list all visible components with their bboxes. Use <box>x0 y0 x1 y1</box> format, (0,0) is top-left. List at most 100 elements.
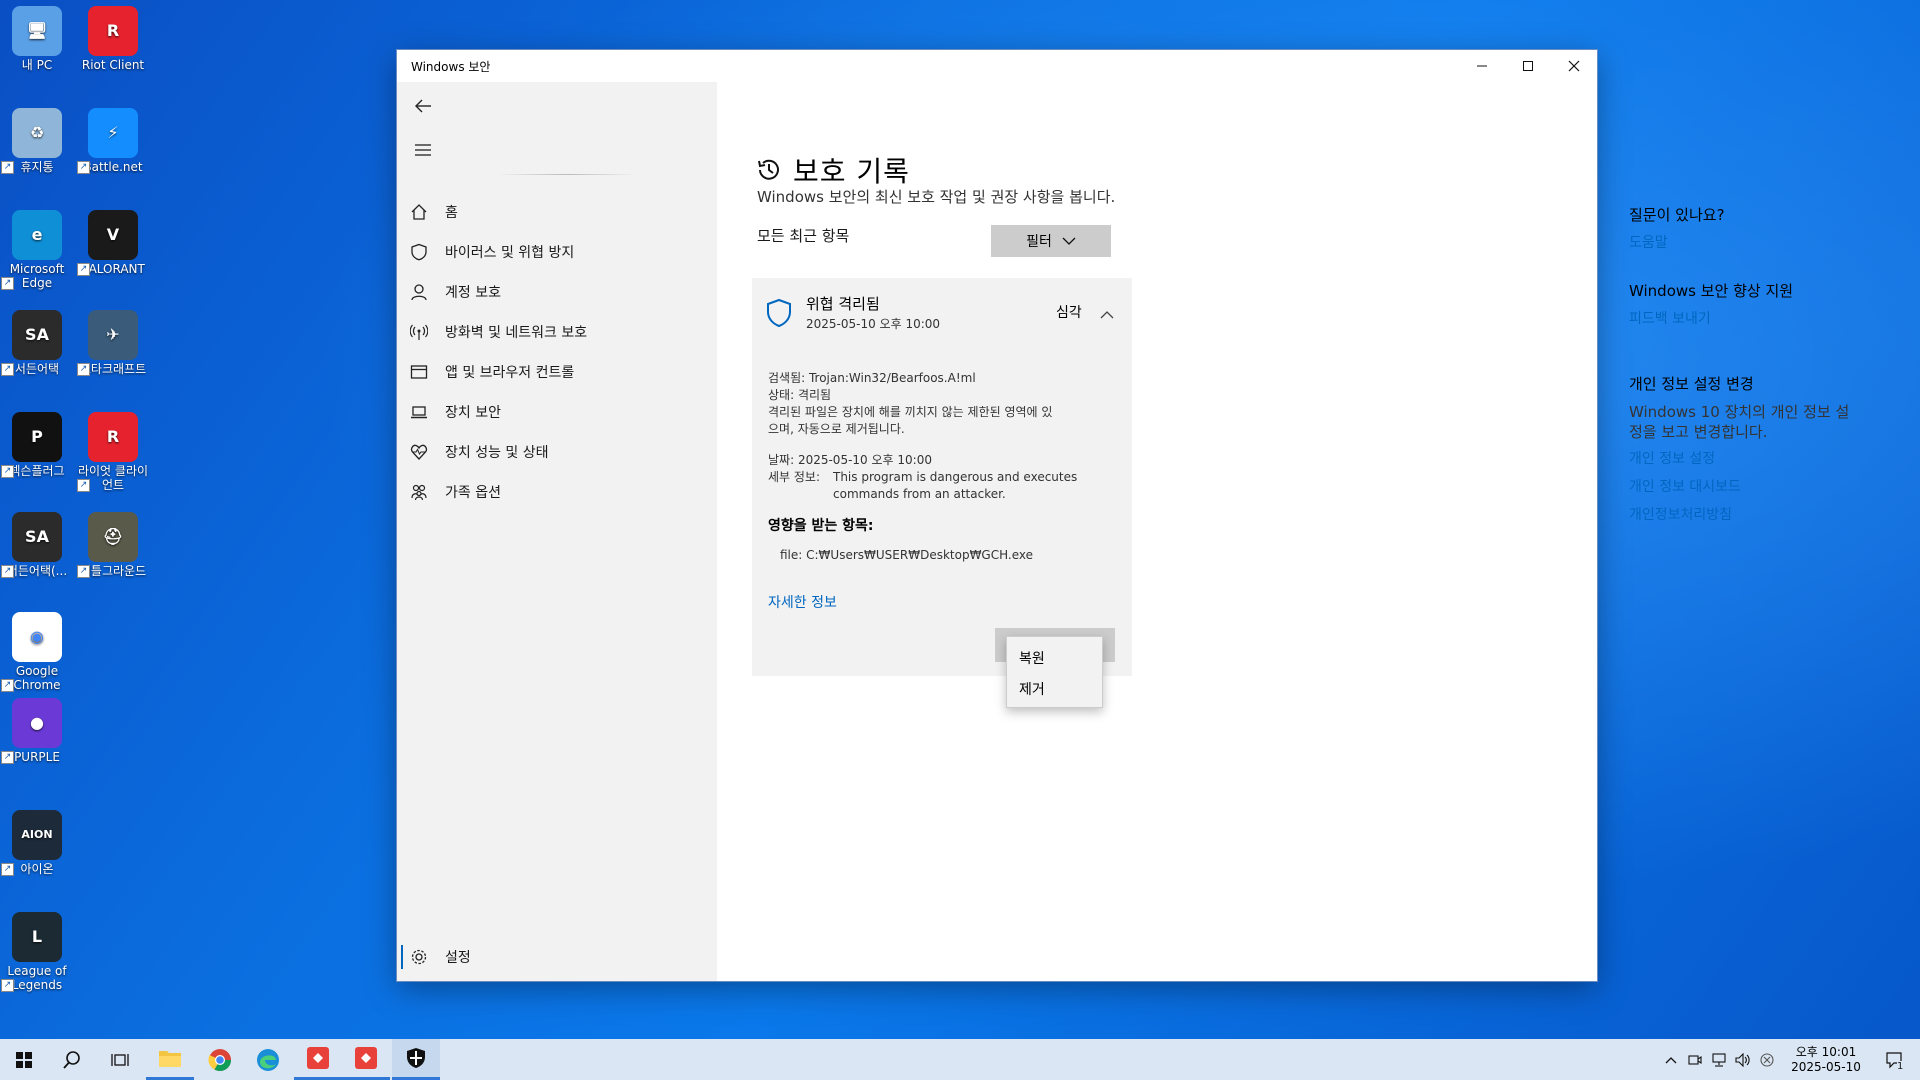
desktop-icon[interactable]: ⚡ Battle.net ↗ <box>77 108 149 174</box>
back-button[interactable] <box>407 90 439 122</box>
sidebar-item-family[interactable]: 가족 옵션 <box>397 472 717 512</box>
desktop-icon[interactable]: V VALORANT ↗ <box>77 210 149 276</box>
desktop-icon[interactable]: AION 아이온 ↗ <box>1 810 73 876</box>
maximize-button[interactable] <box>1505 50 1551 82</box>
severity-label: 심각 <box>1056 305 1082 321</box>
game-launcher-icon <box>307 1047 329 1069</box>
feedback-link[interactable]: 피드백 보내기 <box>1629 308 1869 328</box>
sidebar-item-label: 방화벽 및 네트워크 보호 <box>445 325 588 341</box>
game-launcher-icon <box>355 1047 377 1069</box>
desktop-icon[interactable]: ◉ Google Chrome ↗ <box>1 612 73 692</box>
filter-button[interactable]: 필터 <box>991 225 1111 257</box>
desktop-icon[interactable]: L League of Legends ↗ <box>1 912 73 992</box>
page-description: Windows 보안의 최신 보호 작업 및 권장 사항을 봅니다. <box>757 188 1116 206</box>
desktop-icon[interactable]: ⛑ 배틀그라운드 ↗ <box>77 512 149 578</box>
shortcut-arrow-icon: ↗ <box>1 465 14 478</box>
desktop-icon[interactable]: ♻ 휴지통 ↗ <box>1 108 73 174</box>
browser-icon <box>409 363 429 381</box>
shield-icon <box>766 298 792 332</box>
volume-icon <box>1735 1052 1750 1067</box>
menu-button[interactable] <box>407 134 439 166</box>
sidebar-item-app-browser[interactable]: 앱 및 브라우저 컨트롤 <box>397 352 717 392</box>
desktop-icon-label: 내 PC <box>21 58 53 72</box>
desktop-icon[interactable]: R 라이엇 클라이언트 ↗ <box>77 412 149 492</box>
section-label: 모든 최근 항목 <box>757 227 850 245</box>
app-icon: e <box>12 210 62 260</box>
sidebar-item-settings[interactable]: 설정 <box>397 937 717 977</box>
sidebar-item-label: 설정 <box>445 950 471 966</box>
clock-date[interactable]: 2025-05-10 <box>1786 1060 1866 1074</box>
sidebar-item-firewall[interactable]: 방화벽 및 네트워크 보호 <box>397 312 717 352</box>
chevron-up-icon <box>1665 1056 1677 1063</box>
main-content: 보호 기록 Windows 보안의 최신 보호 작업 및 권장 사항을 봅니다.… <box>717 82 1849 981</box>
desktop-icon[interactable]: ● PURPLE ↗ <box>1 698 73 764</box>
taskbar-windows-security[interactable] <box>392 1039 440 1080</box>
person-icon <box>409 283 429 301</box>
sidebar-item-account[interactable]: 계정 보호 <box>397 272 717 312</box>
sidebar: 홈 바이러스 및 위협 방지 계정 보호 방화벽 및 네트워크 보호 앱 및 브… <box>397 82 717 981</box>
taskbar-file-explorer[interactable] <box>146 1039 194 1080</box>
title-bar[interactable]: Windows 보안 <box>397 50 1597 82</box>
shortcut-arrow-icon: ↗ <box>1 363 14 376</box>
chevron-up-icon <box>1100 311 1114 319</box>
restore-menu-item[interactable]: 복원 <box>1019 648 1045 668</box>
notification-center-button[interactable]: 1 <box>1874 1039 1914 1080</box>
desktop-icon[interactable]: e Microsoft Edge ↗ <box>1 210 73 290</box>
app-icon: P <box>12 412 62 462</box>
shortcut-arrow-icon: ↗ <box>77 479 90 492</box>
network-icon <box>1712 1052 1726 1067</box>
shortcut-arrow-icon: ↗ <box>1 863 14 876</box>
tray-overflow-button[interactable] <box>1660 1039 1682 1080</box>
windows-security-window: Windows 보안 홈 바이러스 및 위협 방지 계정 보호 방화벽 및 네트… <box>397 50 1849 981</box>
app-icon: SA <box>12 310 62 360</box>
taskbar-app-red-2[interactable] <box>342 1039 390 1080</box>
privacy-settings-link[interactable]: 개인 정보 설정 <box>1629 448 1869 468</box>
sidebar-item-device-security[interactable]: 장치 보안 <box>397 392 717 432</box>
sidebar-item-home[interactable]: 홈 <box>397 192 717 232</box>
camera-icon <box>1688 1054 1702 1065</box>
privacy-policy-link[interactable]: 개인정보처리방침 <box>1629 504 1869 524</box>
tray-meet-icon-button[interactable] <box>1684 1039 1706 1080</box>
security-shield-icon <box>407 1048 425 1068</box>
tray-status-button[interactable] <box>1756 1039 1778 1080</box>
sidebar-item-device-health[interactable]: 장치 성능 및 상태 <box>397 432 717 472</box>
collapse-button[interactable] <box>1100 304 1114 323</box>
app-icon: ♻ <box>12 108 62 158</box>
desktop-icon[interactable]: R Riot Client <box>77 6 149 72</box>
improve-section: Windows 보안 향상 지원 피드백 보내기 <box>1629 280 1869 328</box>
desktop-icon[interactable]: P 넥슨플러그 ↗ <box>1 412 73 478</box>
windows-logo-icon <box>16 1051 32 1068</box>
privacy-dashboard-link[interactable]: 개인 정보 대시보드 <box>1629 476 1869 496</box>
notification-count: 1 <box>1897 1061 1904 1072</box>
search-button[interactable] <box>48 1039 96 1080</box>
help-link[interactable]: 도움말 <box>1629 232 1869 252</box>
tray-volume-button[interactable] <box>1732 1039 1754 1080</box>
detail-label: 세부 정보: <box>768 470 821 484</box>
detected-line: 검색됨: Trojan:Win32/Bearfoos.A!ml <box>768 371 976 385</box>
minimize-button[interactable] <box>1459 50 1505 82</box>
close-button[interactable] <box>1551 50 1597 82</box>
task-view-button[interactable] <box>96 1039 144 1080</box>
more-info-link[interactable]: 자세한 정보 <box>768 592 837 612</box>
shortcut-arrow-icon: ↗ <box>1 565 14 578</box>
sidebar-divider <box>497 174 637 175</box>
remove-menu-item[interactable]: 제거 <box>1019 679 1045 699</box>
family-icon <box>409 483 429 501</box>
sidebar-item-label: 홈 <box>445 205 458 221</box>
task-view-icon <box>111 1053 129 1066</box>
shortcut-arrow-icon: ↗ <box>1 751 14 764</box>
sidebar-item-virus-protection[interactable]: 바이러스 및 위협 방지 <box>397 232 717 272</box>
desktop-icon[interactable]: ✈ 스타크래프트 ↗ <box>77 310 149 376</box>
desktop-icon[interactable]: SA 서든어택 ↗ <box>1 310 73 376</box>
desktop-icon[interactable]: 🖥 내 PC <box>1 6 73 72</box>
desktop-icon[interactable]: SA 서든어택(... ↗ <box>1 512 73 578</box>
taskbar-chrome[interactable] <box>196 1039 244 1080</box>
status-line: 상태: 격리됨 <box>768 388 832 402</box>
start-button[interactable] <box>0 1039 48 1080</box>
taskbar-edge[interactable] <box>244 1039 292 1080</box>
tray-network-button[interactable] <box>1708 1039 1730 1080</box>
date-line: 날짜: 2025-05-10 오후 10:00 <box>768 453 932 467</box>
detail-text-line2: commands from an attacker. <box>833 487 1006 501</box>
clock-time[interactable]: 오후 10:01 <box>1786 1043 1866 1060</box>
taskbar-app-red-1[interactable] <box>294 1039 342 1080</box>
